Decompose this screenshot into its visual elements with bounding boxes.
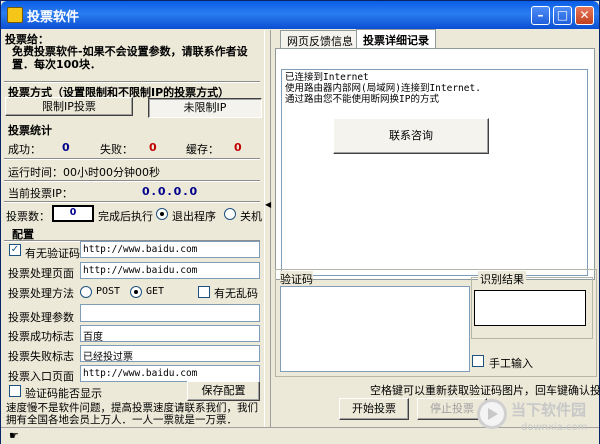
get-label: GET (146, 286, 165, 297)
tab-records[interactable]: 投票详细记录 (356, 29, 436, 49)
runtime-label: 运行时间：00小时00分钟00秒 (8, 166, 160, 179)
divider (4, 81, 260, 83)
save-config-button[interactable]: 保存配置 (187, 381, 260, 401)
success-flag-input[interactable]: 百度 (80, 325, 260, 342)
captcha-show-checkbox[interactable] (9, 385, 21, 397)
maximize-button[interactable]: □ (553, 6, 572, 25)
main-window: 投票软件 – □ ✕ 投票给： 免费投票软件-如果不会设置参数，请联系作者设置．… (0, 0, 600, 444)
garble-label: 有无乱码 (214, 287, 258, 300)
message-line: 使用路由器内部网(局域网)连接到Internet. (285, 83, 481, 94)
fail-value: 0 (149, 141, 157, 154)
method-label: 投票处理方法 (8, 287, 74, 300)
garble-checkbox[interactable] (198, 286, 210, 298)
count-label: 投票数： (6, 210, 50, 223)
captcha-url-input[interactable]: http://www.baidu.com (80, 241, 260, 258)
divider (4, 180, 260, 182)
message-line: 通过路由您不能使用断网换IP的方式 (285, 94, 439, 105)
watermark: 当下软件园 downxia.com (477, 397, 597, 441)
fail-flag-input[interactable]: 已经投过票 (80, 345, 260, 362)
captcha-checkbox[interactable]: ✓ (9, 244, 21, 256)
notice-text: 免费投票软件-如果不会设置参数，请联系作者设置．每次100块． (12, 45, 248, 71)
get-radio[interactable] (130, 286, 142, 298)
collapse-arrow-icon[interactable]: ◀ (265, 200, 271, 209)
watermark-logo-icon (477, 399, 507, 429)
post-label: POST (96, 286, 121, 297)
message-log[interactable]: 已连接到Internet 使用路由器内部网(局域网)连接到Internet. 通… (281, 69, 588, 276)
ip-label: 当前投票IP： (8, 187, 73, 200)
success-flag-label: 投票成功标志 (8, 330, 74, 343)
page-url-input[interactable]: http://www.baidu.com (80, 262, 260, 279)
exit-label: 退出程序 (172, 210, 216, 223)
shutdown-radio[interactable] (224, 208, 236, 220)
watermark-brand: 当下软件园 (511, 401, 587, 419)
minimize-button[interactable]: – (531, 6, 550, 25)
manual-input-label: 手工输入 (489, 357, 533, 370)
divider (4, 201, 260, 203)
result-frame: 识别结果 (471, 271, 593, 339)
captcha-show-label: 验证码能否显示 (25, 387, 102, 400)
page-label: 投票处理页面 (8, 267, 74, 280)
captcha-frame: 验证码 识别结果 手工输入 (275, 269, 597, 377)
footer-text: 速度慢不是软件问题，提高投票速度请联系我们，我们拥有全国各地会员上万人．一人一票… (6, 402, 258, 426)
panel-splitter[interactable]: ◀ (264, 30, 271, 432)
handshake-icon: ☛ (9, 429, 19, 442)
window-title: 投票软件 (27, 10, 80, 25)
exit-radio[interactable] (156, 208, 168, 220)
after-label: 完成后执行 (98, 210, 153, 223)
shutdown-label: 关机 (240, 210, 262, 223)
contact-button[interactable]: 联系咨询 (333, 118, 489, 154)
success-value: 0 (62, 141, 70, 154)
fail-flag-label: 投票失败标志 (8, 350, 74, 363)
message-line: 已连接到Internet (285, 72, 369, 83)
manual-input-checkbox[interactable] (472, 355, 484, 367)
cache-value: 0 (234, 141, 242, 154)
stats-title: 投票统计 (8, 124, 52, 137)
result-title: 识别结果 (478, 271, 526, 287)
entry-label: 投票入口页面 (8, 370, 74, 383)
captcha-image[interactable] (280, 286, 470, 372)
ip-value: 0.0.0.0 (142, 185, 200, 198)
left-panel: 投票给： 免费投票软件-如果不会设置参数，请联系作者设置．每次100块． 投票方… (2, 30, 263, 432)
right-panel: 网页反馈信息 投票详细记录 已连接到Internet 使用路由器内部网(局域网)… (272, 29, 600, 432)
tab-feedback[interactable]: 网页反馈信息 (280, 30, 360, 48)
app-icon (7, 7, 23, 23)
captcha-title: 验证码 (280, 271, 313, 287)
divider (4, 158, 260, 160)
watermark-url: downxia.com (521, 422, 588, 433)
param-label: 投票处理参数 (8, 311, 74, 324)
param-input[interactable] (80, 304, 260, 322)
limit-ip-button[interactable]: 限制IP投票 (5, 97, 133, 116)
title-bar[interactable]: 投票软件 – □ ✕ (1, 1, 599, 29)
entry-url-input[interactable]: http://www.baidu.com (80, 365, 260, 382)
hint-text: 空格键可以重新获取验证码图片，回车键确认投票 (370, 384, 600, 397)
tab-pane: 已连接到Internet 使用路由器内部网(局域网)连接到Internet. 通… (275, 48, 595, 280)
fail-label: 失败： (100, 143, 133, 156)
result-input[interactable] (474, 290, 586, 326)
start-vote-button[interactable]: 开始投票 (339, 398, 409, 420)
success-label: 成功： (8, 143, 41, 156)
close-button[interactable]: ✕ (575, 6, 594, 25)
cache-label: 缓存： (186, 143, 219, 156)
captcha-check-label: 有无验证码 (25, 247, 80, 260)
no-limit-ip-button[interactable]: 未限制IP (148, 98, 262, 118)
vote-count-input[interactable]: 0 (52, 205, 94, 222)
post-radio[interactable] (80, 286, 92, 298)
